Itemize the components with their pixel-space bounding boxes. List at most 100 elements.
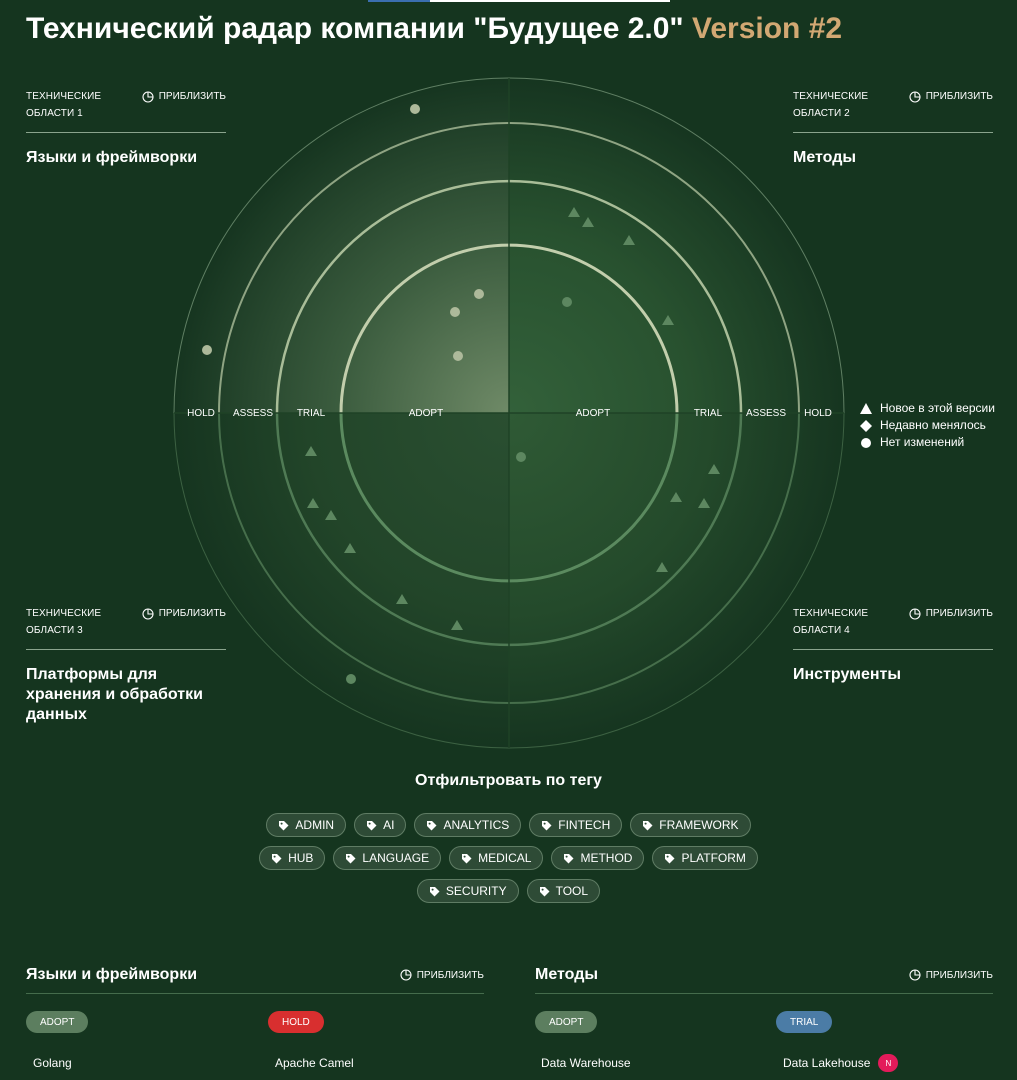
tag-icon xyxy=(429,886,440,896)
tag-icon xyxy=(279,820,289,830)
ring-label-adopt-right: ADOPT xyxy=(576,408,610,419)
quadrant-1-panel: ТЕХНИЧЕСКИЕ ОБЛАСТИ 1 ПРИБЛИЗИТЬ Языки и … xyxy=(26,88,226,168)
diamond-icon xyxy=(860,419,872,432)
tag-label: AI xyxy=(383,818,395,832)
quadrant-1-zoom-button[interactable]: ПРИБЛИЗИТЬ xyxy=(142,88,226,105)
list-item[interactable]: Data Lakehouse N xyxy=(783,1054,899,1072)
ring-badge-hold: HOLD xyxy=(268,1011,324,1033)
quadrant-2-title: Методы xyxy=(793,149,857,166)
quadrant-2-panel: ТЕХНИЧЕСКИЕ ОБЛАСТИ 2 ПРИБЛИЗИТЬ Методы xyxy=(793,88,993,168)
tag-icon xyxy=(272,853,282,863)
tag-admin[interactable]: ADMIN xyxy=(266,813,347,837)
list-item[interactable]: Golang xyxy=(33,1056,72,1070)
legend-item-changed: Недавно менялось xyxy=(860,417,995,434)
ring-label-hold-right: HOLD xyxy=(804,408,832,419)
quadrant-2-label: ТЕХНИЧЕСКИЕ ОБЛАСТИ 2 xyxy=(793,91,869,119)
tag-label: ADMIN xyxy=(295,818,335,832)
quadrant-2-zoom-button[interactable]: ПРИБЛИЗИТЬ xyxy=(909,88,993,105)
ring-badge-adopt: ADOPT xyxy=(535,1011,598,1033)
tag-label: LANGUAGE xyxy=(362,851,430,865)
tag-language[interactable]: LANGUAGE xyxy=(333,846,442,870)
quadrant-1-title: Языки и фреймворки xyxy=(26,149,198,166)
section-methods: Методы ПРИБЛИЗИТЬ ADOPT TRIAL Data Wareh… xyxy=(535,966,993,1072)
blip-circle[interactable] xyxy=(346,674,356,684)
tag-icon xyxy=(427,820,437,830)
quadrant-1-label: ТЕХНИЧЕСКИЕ ОБЛАСТИ 1 xyxy=(26,91,102,119)
section-zoom-button[interactable]: ПРИБЛИЗИТЬ xyxy=(400,967,484,984)
tag-label: SECURITY xyxy=(445,884,507,898)
ring-badge-trial: TRIAL xyxy=(776,1011,833,1033)
tag-icon xyxy=(462,853,472,863)
quadrant-4-title: Инструменты xyxy=(793,666,902,683)
tag-label: ANALYTICS xyxy=(443,818,510,832)
quadrant-4-label: ТЕХНИЧЕСКИЕ ОБЛАСТИ 4 xyxy=(793,608,869,636)
blip-circle[interactable] xyxy=(474,289,484,299)
tag-label: PLATFORM xyxy=(681,851,746,865)
blip-circle[interactable] xyxy=(516,452,526,462)
blip-circle[interactable] xyxy=(562,297,572,307)
tag-ai[interactable]: AI xyxy=(354,813,407,837)
tag-label: TOOL xyxy=(555,884,589,898)
tag-platform[interactable]: PLATFORM xyxy=(652,846,758,870)
new-badge: N xyxy=(878,1054,899,1072)
tag-icon xyxy=(542,820,552,830)
tag-icon xyxy=(367,820,377,830)
tag-icon xyxy=(643,820,653,830)
tag-framework[interactable]: FRAMEWORK xyxy=(630,813,751,837)
tag-label: HUB xyxy=(288,851,314,865)
blip-circle[interactable] xyxy=(450,307,460,317)
quadrant-3-title: Платформы для хранения и обработки данны… xyxy=(26,666,203,723)
quadrant-3-label: ТЕХНИЧЕСКИЕ ОБЛАСТИ 3 xyxy=(26,608,102,636)
section-zoom-button[interactable]: ПРИБЛИЗИТЬ xyxy=(909,967,993,984)
quadrant-3-panel: ТЕХНИЧЕСКИЕ ОБЛАСТИ 3 ПРИБЛИЗИТЬ Платформ… xyxy=(26,605,226,725)
quadrant-4-panel: ТЕХНИЧЕСКИЕ ОБЛАСТИ 4 ПРИБЛИЗИТЬ Инструме… xyxy=(793,605,993,685)
pie-chart-icon xyxy=(909,90,921,103)
pie-chart-icon xyxy=(909,969,921,981)
quadrant-4-zoom-button[interactable]: ПРИБЛИЗИТЬ xyxy=(909,605,993,622)
blip-circle[interactable] xyxy=(453,351,463,361)
tag-icon xyxy=(539,886,550,896)
radar-legend: Новое в этой версии Недавно менялось Нет… xyxy=(860,400,995,451)
legend-item-new: Новое в этой версии xyxy=(860,400,995,417)
blip-circle[interactable] xyxy=(410,104,420,114)
tag-security[interactable]: SECURITY xyxy=(416,879,519,903)
tag-medical[interactable]: MEDICAL xyxy=(449,846,544,870)
tag-tool[interactable]: TOOL xyxy=(526,879,601,903)
triangle-icon xyxy=(860,403,872,414)
ring-label-trial-left: TRIAL xyxy=(297,408,326,419)
ring-label-trial-right: TRIAL xyxy=(694,408,723,419)
list-item[interactable]: Apache Camel xyxy=(275,1056,354,1070)
ring-label-hold-left: HOLD xyxy=(187,408,215,419)
tag-row: HUB LANGUAGE MEDICAL METHOD PLATFORM xyxy=(0,846,1017,870)
tag-fintech[interactable]: FINTECH xyxy=(529,813,623,837)
list-item[interactable]: Data Warehouse xyxy=(541,1056,631,1070)
tag-row: SECURITY TOOL xyxy=(0,879,1017,903)
tag-label: MEDICAL xyxy=(478,851,532,865)
tag-icon xyxy=(665,853,675,863)
ring-label-adopt-left: ADOPT xyxy=(409,408,443,419)
tag-hub[interactable]: HUB xyxy=(259,846,326,870)
section-languages: Языки и фреймворки ПРИБЛИЗИТЬ ADOPT HOLD… xyxy=(26,966,484,1070)
ring-badge-adopt: ADOPT xyxy=(26,1011,89,1033)
tag-method[interactable]: METHOD xyxy=(551,846,645,870)
tag-icon xyxy=(564,853,574,863)
tag-label: FRAMEWORK xyxy=(659,818,739,832)
tag-filter-title: Отфильтровать по тегу xyxy=(415,772,602,789)
pie-chart-icon xyxy=(909,607,921,620)
blip-circle[interactable] xyxy=(202,345,212,355)
tag-icon xyxy=(346,853,356,863)
section-title: Языки и фреймворки xyxy=(26,966,198,983)
pie-chart-icon xyxy=(142,607,154,620)
quadrant-3-zoom-button[interactable]: ПРИБЛИЗИТЬ xyxy=(142,605,226,622)
circle-icon xyxy=(861,437,871,448)
legend-item-unchanged: Нет изменений xyxy=(860,434,995,451)
section-title: Методы xyxy=(535,966,599,983)
tag-analytics[interactable]: ANALYTICS xyxy=(414,813,522,837)
tag-label: METHOD xyxy=(580,851,633,865)
tag-label: FINTECH xyxy=(558,818,611,832)
ring-label-assess-right: ASSESS xyxy=(746,408,786,419)
pie-chart-icon xyxy=(142,90,154,103)
ring-label-assess-left: ASSESS xyxy=(233,408,273,419)
pie-chart-icon xyxy=(400,969,412,981)
tag-row: ADMIN AI ANALYTICS FINTECH FRAMEWORK xyxy=(0,813,1017,837)
